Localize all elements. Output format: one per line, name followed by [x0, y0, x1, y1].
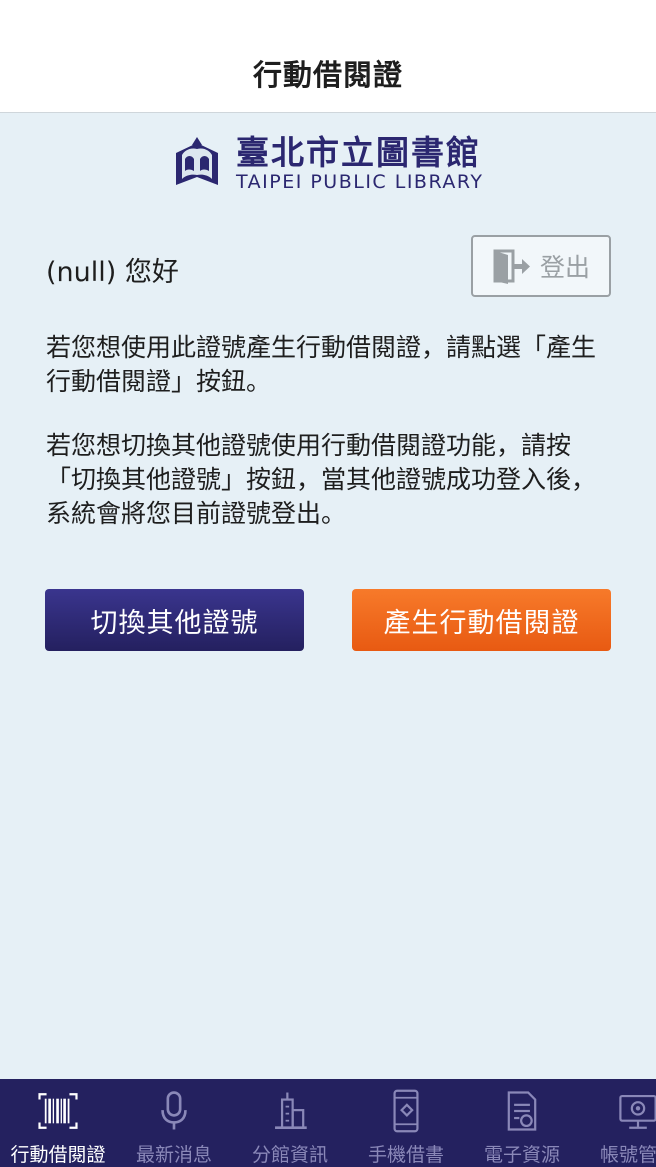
logout-button[interactable]: 登出 — [471, 235, 611, 297]
instruction-switch: 若您想切換其他證號使用行動借閱證功能，請按「切換其他證號」按鈕，當其他證號成功登… — [46, 431, 597, 528]
document-icon — [507, 1091, 537, 1131]
nav-label: 分館資訊 — [251, 1144, 328, 1166]
monitor-gear-icon — [619, 1094, 656, 1129]
instruction-generate: 若您想使用此證號產生行動借閱證，請點選「產生行動借閱證」按鈕。 — [46, 333, 597, 396]
nav-item-e-resources[interactable]: 電子資源 — [464, 1079, 580, 1167]
nav-item-mobile-borrow[interactable]: 手機借書 — [348, 1079, 464, 1167]
logout-label: 登出 — [539, 253, 590, 282]
nav-item-branches[interactable]: 分館資訊 — [232, 1079, 348, 1167]
nav-label: 帳號管理 — [599, 1144, 656, 1166]
library-name-en: TAIPEI PUBLIC LIBRARY — [236, 171, 484, 193]
microphone-icon — [161, 1091, 187, 1130]
nav-label: 電子資源 — [483, 1144, 560, 1166]
bottom-nav: 行動借閱證 最新消息 分館資訊 手機借書 電子資源 帳號管 — [0, 1079, 656, 1167]
nav-label: 手機借書 — [367, 1144, 444, 1166]
barcode-icon — [38, 1093, 78, 1129]
switch-account-button[interactable]: 切換其他證號 — [45, 589, 304, 651]
generate-card-button[interactable]: 產生行動借閱證 — [352, 589, 611, 651]
library-name-zh: 臺北市立圖書館 — [236, 133, 481, 172]
library-book-logo-icon — [176, 137, 218, 185]
nav-label: 行動借閱證 — [10, 1144, 106, 1166]
building-icon — [275, 1092, 307, 1130]
logo-text: 臺北市立圖書館 TAIPEI PUBLIC LIBRARY — [236, 133, 484, 194]
phone-icon — [393, 1089, 419, 1133]
nav-item-mobile-card[interactable]: 行動借閱證 — [0, 1079, 116, 1167]
mobile-card-page: 行動借閱證 臺北市立圖書館 TAIPEI PUBLIC LIBRARY (nul… — [0, 0, 656, 1167]
nav-item-news[interactable]: 最新消息 — [116, 1079, 232, 1167]
logout-door-icon — [493, 249, 530, 284]
nav-label: 最新消息 — [135, 1144, 212, 1166]
page-title: 行動借閱證 — [252, 58, 403, 92]
library-logo: 臺北市立圖書館 TAIPEI PUBLIC LIBRARY — [170, 133, 483, 195]
nav-item-account[interactable]: 帳號管理 — [580, 1079, 656, 1167]
greeting-text: (null) 您好 — [46, 257, 179, 288]
app-header: 行動借閱證 — [0, 0, 656, 113]
